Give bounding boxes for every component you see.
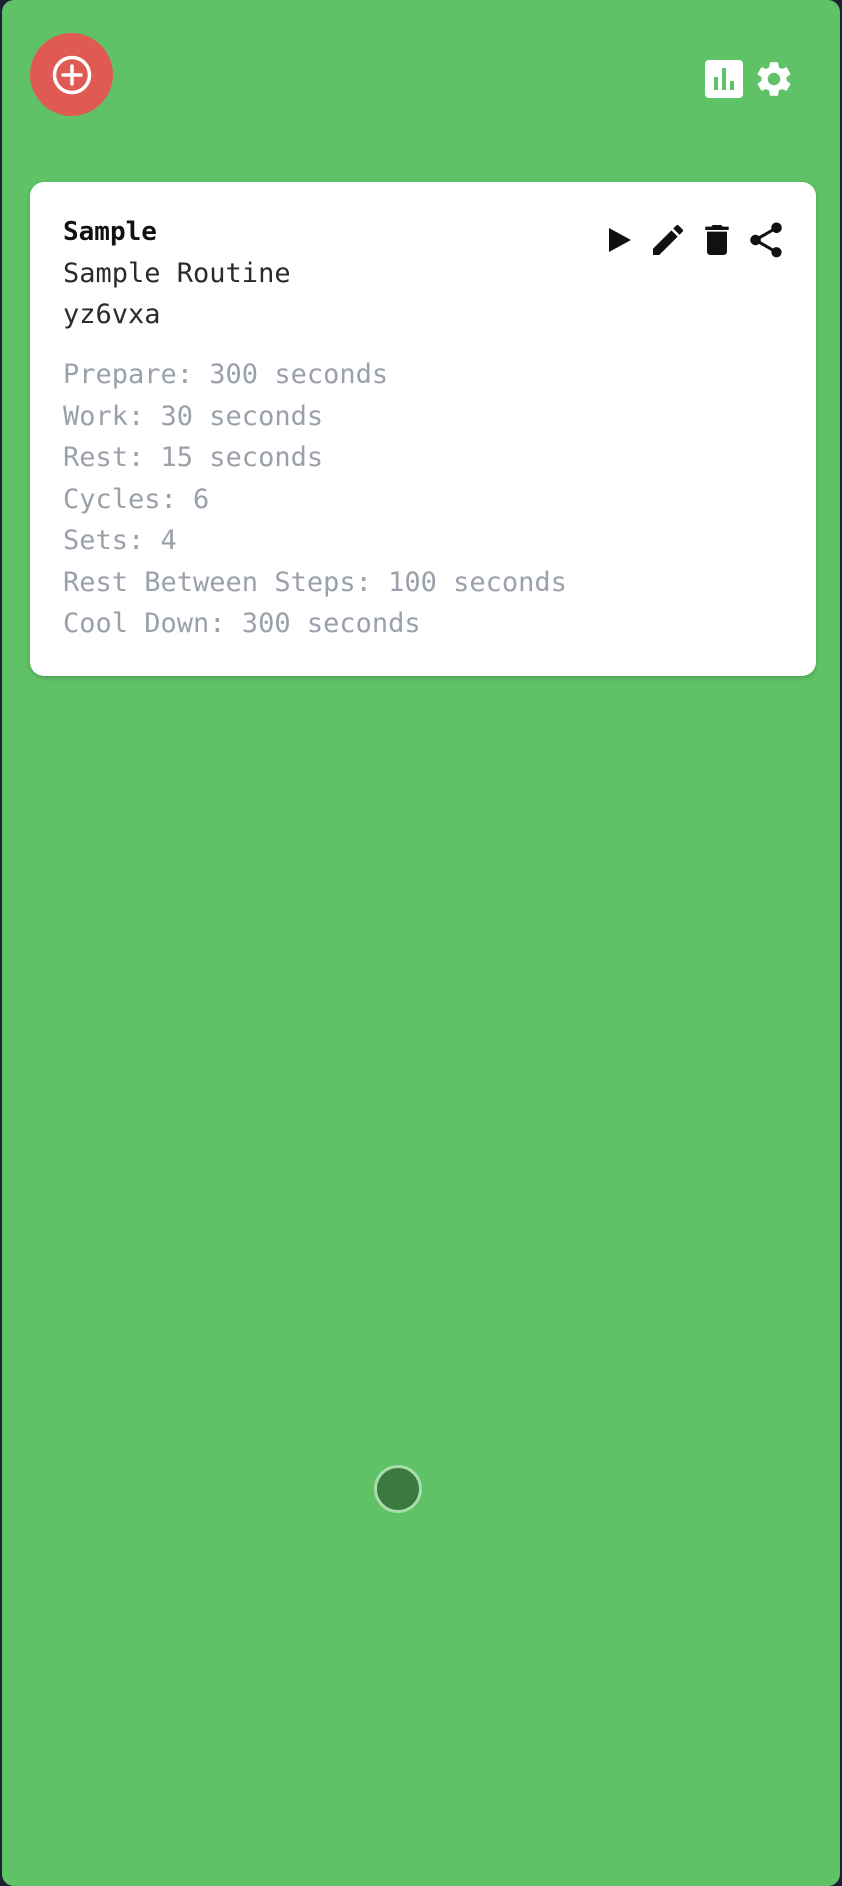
edit-pencil-icon [652, 224, 683, 255]
play-icon [608, 228, 631, 252]
routine-description: Sample Routine [63, 258, 291, 289]
assistive-touch-button[interactable] [374, 1465, 422, 1513]
detail-cool-down: Cool Down: 300 seconds [63, 608, 421, 639]
detail-sets: Sets: 4 [63, 525, 177, 556]
app-screen: Sample Sample Routine yz6vxa Prepare: 30… [2, 0, 840, 1886]
share-icon [749, 222, 782, 258]
share-button[interactable] [741, 216, 790, 264]
routine-actions [594, 216, 790, 264]
detail-rest-between-steps: Rest Between Steps: 100 seconds [63, 566, 567, 598]
delete-button[interactable] [692, 216, 741, 264]
detail-rest: Rest: 15 seconds [63, 442, 324, 473]
stats-button[interactable] [704, 59, 744, 99]
play-button[interactable] [594, 216, 643, 264]
edit-button[interactable] [643, 216, 692, 264]
plus-circle-icon [52, 55, 91, 94]
routine-details-list: Prepare: 300 seconds Work: 30 seconds Re… [63, 354, 567, 645]
settings-button[interactable] [752, 57, 796, 101]
detail-cycles: Cycles: 6 [63, 483, 210, 515]
add-routine-button[interactable] [30, 33, 113, 116]
detail-prepare: Prepare: 300 seconds [63, 359, 389, 390]
routine-code: yz6vxa [63, 299, 161, 330]
routine-card[interactable]: Sample Sample Routine yz6vxa Prepare: 30… [30, 182, 816, 676]
detail-work: Work: 30 seconds [63, 400, 324, 432]
gear-icon [757, 62, 791, 96]
routine-name: Sample [63, 217, 157, 247]
bar-chart-icon [705, 60, 743, 98]
trash-icon [704, 225, 729, 255]
